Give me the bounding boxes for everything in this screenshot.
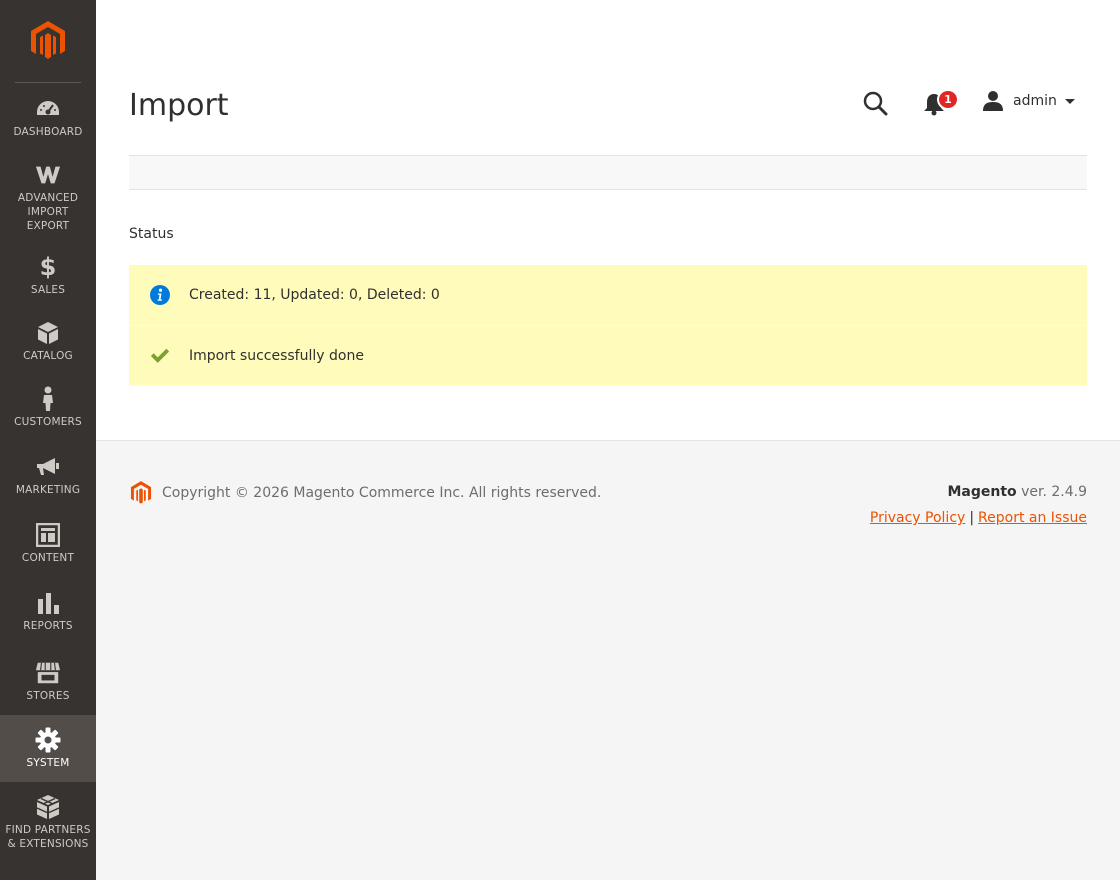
sidebar-item-dashboard[interactable]: DASHBOARD	[0, 96, 96, 148]
status-heading: Status	[129, 226, 174, 242]
sidebar-item-label: SYSTEM	[26, 757, 70, 769]
brand-name: Magento	[947, 484, 1017, 500]
storefront-icon	[35, 660, 61, 686]
global-search-button[interactable]	[862, 90, 890, 116]
sidebar-item-label: SALES	[30, 284, 66, 296]
info-icon	[150, 285, 170, 305]
footer-copyright: Copyright © 2026 Magento Commerce Inc. A…	[129, 480, 601, 506]
privacy-policy-link[interactable]: Privacy Policy	[870, 510, 965, 526]
sidebar-item-label: STORES	[26, 690, 70, 702]
user-icon	[983, 91, 1003, 111]
success-message-text: Import successfully done	[189, 347, 364, 364]
page-title: Import	[129, 88, 229, 123]
advanced-import-export-icon	[35, 162, 61, 188]
success-message: Import successfully done	[129, 326, 1087, 386]
sidebar-item-label: ADVANCED IMPORT EXPORT	[17, 192, 79, 232]
gear-icon	[35, 727, 61, 753]
checkmark-icon	[150, 346, 170, 366]
chevron-down-icon	[1064, 98, 1075, 104]
sidebar-item-label: CONTENT	[21, 552, 75, 564]
page-actions-toolbar	[129, 155, 1087, 190]
copyright-text: Copyright © 2026 Magento Commerce Inc. A…	[162, 485, 602, 501]
sidebar-item-catalog[interactable]: CATALOG	[0, 320, 96, 372]
version-number: ver. 2.4.9	[1021, 484, 1087, 500]
sidebar-item-label: FIND PARTNERS & EXTENSIONS	[5, 824, 91, 850]
sidebar-item-content[interactable]: CONTENT	[0, 522, 96, 574]
box-icon	[35, 320, 61, 346]
status-messages: Created: 11, Updated: 0, Deleted: 0 Impo…	[129, 265, 1087, 386]
logo-divider	[15, 82, 81, 83]
sidebar-item-sales[interactable]: $ SALES	[0, 254, 96, 306]
admin-sidebar: DASHBOARD ADVANCED IMPORT EXPORT $ SALES…	[0, 0, 96, 880]
bar-chart-icon	[35, 590, 61, 616]
sidebar-item-marketing[interactable]: MARKETING	[0, 454, 96, 506]
magento-logo[interactable]	[0, 0, 96, 82]
link-separator: |	[969, 510, 975, 526]
footer-links: Privacy Policy | Report an Issue	[870, 509, 1087, 527]
version-info: Magento ver. 2.4.9	[870, 483, 1087, 501]
sidebar-item-advanced-import-export[interactable]: ADVANCED IMPORT EXPORT	[0, 162, 96, 238]
search-icon	[863, 91, 888, 116]
sidebar-item-label: REPORTS	[23, 620, 73, 632]
report-issue-link[interactable]: Report an Issue	[978, 510, 1087, 526]
layout-icon	[35, 522, 61, 548]
magento-footer-logo-icon	[130, 481, 152, 504]
footer-version-links: Magento ver. 2.4.9 Privacy Policy | Report…	[870, 483, 1087, 527]
extensions-icon	[35, 794, 61, 820]
sidebar-item-find-partners[interactable]: FIND PARTNERS & EXTENSIONS	[0, 794, 96, 854]
dollar-icon: $	[39, 253, 57, 281]
sidebar-item-customers[interactable]: CUSTOMERS	[0, 386, 96, 438]
info-message: Created: 11, Updated: 0, Deleted: 0	[129, 265, 1087, 326]
megaphone-icon	[35, 454, 61, 480]
magento-logo-icon	[31, 21, 65, 59]
sidebar-item-label: CUSTOMERS	[14, 416, 82, 428]
sidebar-item-label: MARKETING	[15, 484, 81, 496]
info-message-text: Created: 11, Updated: 0, Deleted: 0	[189, 287, 440, 303]
sidebar-item-stores[interactable]: STORES	[0, 660, 96, 712]
admin-username: admin	[1013, 93, 1057, 109]
sidebar-item-system[interactable]: SYSTEM	[0, 715, 96, 782]
sidebar-item-label: CATALOG	[23, 350, 73, 362]
sidebar-item-reports[interactable]: REPORTS	[0, 590, 96, 642]
dashboard-icon	[35, 96, 61, 122]
notifications-count-badge: 1	[937, 89, 959, 110]
admin-user-menu[interactable]: admin	[982, 89, 1075, 113]
person-icon	[35, 386, 61, 412]
sidebar-item-label: DASHBOARD	[13, 126, 83, 138]
